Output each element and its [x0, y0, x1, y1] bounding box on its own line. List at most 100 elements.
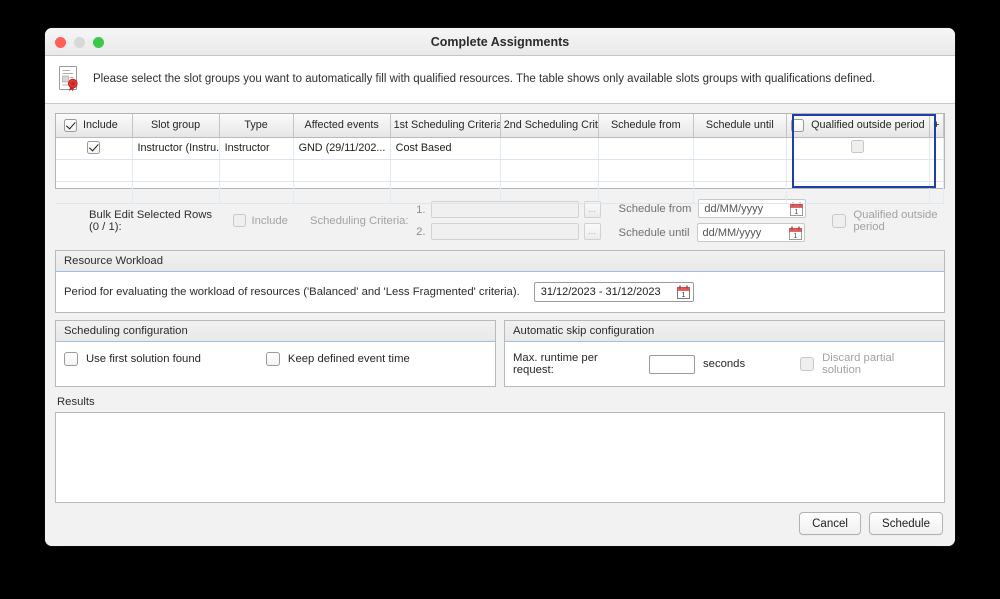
cell-empty	[929, 159, 945, 182]
row-qualified-outside-checkbox[interactable]	[851, 140, 865, 153]
bulk-schedule-dates: Schedule from dd/MM/yyyy 1 Schedule unti…	[619, 199, 807, 242]
calendar-icon[interactable]: 1	[788, 225, 803, 241]
cell-spacer	[929, 137, 945, 160]
calendar-icon[interactable]: 1	[676, 284, 691, 300]
discard-partial-label: Discard partial solution	[822, 352, 895, 376]
dialog-footer: Cancel Schedule	[45, 503, 955, 546]
add-column-button[interactable]: +	[929, 114, 945, 138]
cell-1st-criteria: Cost Based	[390, 137, 501, 160]
use-first-solution-checkbox[interactable]	[64, 352, 78, 366]
cancel-button[interactable]: Cancel	[799, 512, 862, 535]
table-row-empty	[56, 181, 945, 204]
automatic-skip-configuration-panel: Automatic skip configuration Max. runtim…	[504, 320, 945, 387]
qualified-outside-period-header-checkbox[interactable]	[791, 118, 805, 132]
criteria-1-input[interactable]	[430, 201, 579, 218]
column-header-schedule-until[interactable]: Schedule until	[693, 114, 787, 138]
column-header-1st-criteria[interactable]: 1st Scheduling Criteria	[390, 114, 501, 138]
column-header-schedule-from[interactable]: Schedule from	[598, 114, 694, 138]
cell-affected-events: GND (29/11/202...	[293, 137, 391, 160]
criteria-row-1: 1. ...	[415, 201, 601, 218]
table-header-row: Include Slot group Type Affected events …	[56, 114, 945, 138]
criteria-2-input[interactable]	[430, 223, 579, 240]
dialog-content: Include Slot group Type Affected events …	[45, 104, 955, 503]
cell-empty	[693, 181, 787, 204]
cell-qualified-outside-period[interactable]	[786, 137, 930, 160]
automatic-skip-configuration-title: Automatic skip configuration	[505, 321, 944, 342]
zoom-button-icon[interactable]	[93, 37, 104, 48]
column-header-type[interactable]: Type	[219, 114, 294, 138]
criteria-2-browse-button[interactable]: ...	[583, 223, 601, 240]
schedule-from-value: dd/MM/yyyy	[704, 202, 764, 215]
cell-empty	[500, 159, 599, 182]
workload-period-value: 31/12/2023 - 31/12/2023	[540, 286, 661, 298]
table-row-empty	[56, 159, 945, 182]
configuration-panels: Scheduling configuration Use first solut…	[55, 320, 945, 387]
cell-include[interactable]	[56, 137, 133, 160]
cell-empty	[219, 159, 294, 182]
bulk-qualified-outside-label: Qualified outside period	[853, 208, 938, 233]
bulk-include-group[interactable]: Include	[232, 214, 288, 227]
column-header-qualified-outside-period[interactable]: Qualified outside period	[786, 114, 930, 138]
cell-schedule-from	[598, 137, 694, 160]
svg-text:1: 1	[793, 233, 797, 240]
use-first-solution-group[interactable]: Use first solution found	[64, 352, 201, 366]
cell-empty	[293, 159, 391, 182]
results-label: Results	[57, 396, 95, 408]
column-header-include-label: Include	[83, 119, 118, 132]
resource-workload-title: Resource Workload	[56, 251, 944, 272]
max-runtime-input[interactable]	[649, 354, 696, 374]
row-include-checkbox[interactable]	[87, 141, 101, 154]
minimize-button-icon[interactable]	[74, 37, 85, 48]
max-runtime-label: Max. runtime per request:	[513, 352, 598, 376]
column-header-affected-events[interactable]: Affected events	[293, 114, 391, 138]
criteria-2-number: 2.	[416, 225, 426, 238]
cell-empty	[598, 181, 694, 204]
bulk-edit-label: Bulk Edit Selected Rows (0 / 1):	[89, 208, 213, 233]
table-row[interactable]: Instructor (Instru... Instructor GND (29…	[56, 137, 945, 160]
criteria-1-browse-button[interactable]: ...	[583, 201, 601, 218]
cell-empty	[293, 181, 391, 204]
workload-period-input[interactable]: 31/12/2023 - 31/12/2023 1	[533, 282, 694, 302]
keep-event-time-label: Keep defined event time	[287, 353, 410, 365]
resource-workload-body: Period for evaluating the workload of re…	[56, 272, 944, 312]
resource-workload-description: Period for evaluating the workload of re…	[64, 286, 520, 298]
schedule-until-input[interactable]: dd/MM/yyyy 1	[696, 223, 805, 242]
svg-text:1: 1	[795, 209, 799, 216]
discard-partial-checkbox[interactable]	[800, 357, 815, 371]
complete-assignments-window: Complete Assignments Please select the s…	[45, 28, 955, 546]
bulk-include-label: Include	[251, 214, 288, 227]
automatic-skip-configuration-body: Max. runtime per request: seconds Discar…	[505, 342, 944, 386]
document-seal-icon	[57, 65, 83, 93]
resource-workload-panel: Resource Workload Period for evaluating …	[55, 250, 945, 313]
select-all-checkbox[interactable]	[64, 118, 77, 132]
criteria-row-2: 2. ...	[415, 223, 601, 240]
schedule-until-value: dd/MM/yyyy	[702, 226, 762, 239]
keep-event-time-checkbox[interactable]	[265, 352, 280, 366]
bulk-qualified-outside-checkbox[interactable]	[832, 213, 847, 228]
close-button-icon[interactable]	[55, 37, 66, 48]
cell-empty	[390, 159, 501, 182]
bulk-qualified-outside-group[interactable]: Qualified outside period	[832, 209, 941, 233]
window-controls	[55, 37, 104, 48]
keep-event-time-group[interactable]: Keep defined event time	[265, 352, 410, 366]
column-header-include[interactable]: Include	[56, 114, 133, 138]
cell-empty	[56, 159, 133, 182]
cell-slot-group: Instructor (Instru...	[132, 137, 220, 160]
discard-partial-group[interactable]: Discard partial solution	[800, 352, 936, 376]
schedule-button[interactable]: Schedule	[869, 512, 943, 535]
column-header-slot-group[interactable]: Slot group	[132, 114, 220, 138]
cell-empty	[693, 159, 787, 182]
window-title: Complete Assignments	[430, 35, 570, 49]
bulk-include-checkbox[interactable]	[232, 214, 246, 227]
column-header-qualified-label: Qualified outside period	[811, 119, 925, 132]
slot-groups-table[interactable]: Include Slot group Type Affected events …	[55, 113, 945, 204]
cell-empty	[598, 159, 694, 182]
schedule-from-label: Schedule from	[618, 202, 692, 215]
max-runtime-group: Max. runtime per request: seconds	[513, 352, 745, 376]
instruction-banner: Please select the slot groups you want t…	[45, 56, 955, 104]
svg-text:1: 1	[681, 292, 685, 299]
cell-empty	[56, 181, 133, 204]
bulk-scheduling-criteria-group: Scheduling Criteria: 1. ... 2. ...	[310, 201, 601, 240]
results-output[interactable]	[55, 412, 945, 503]
column-header-2nd-criteria[interactable]: 2nd Scheduling Crit...	[500, 114, 599, 138]
